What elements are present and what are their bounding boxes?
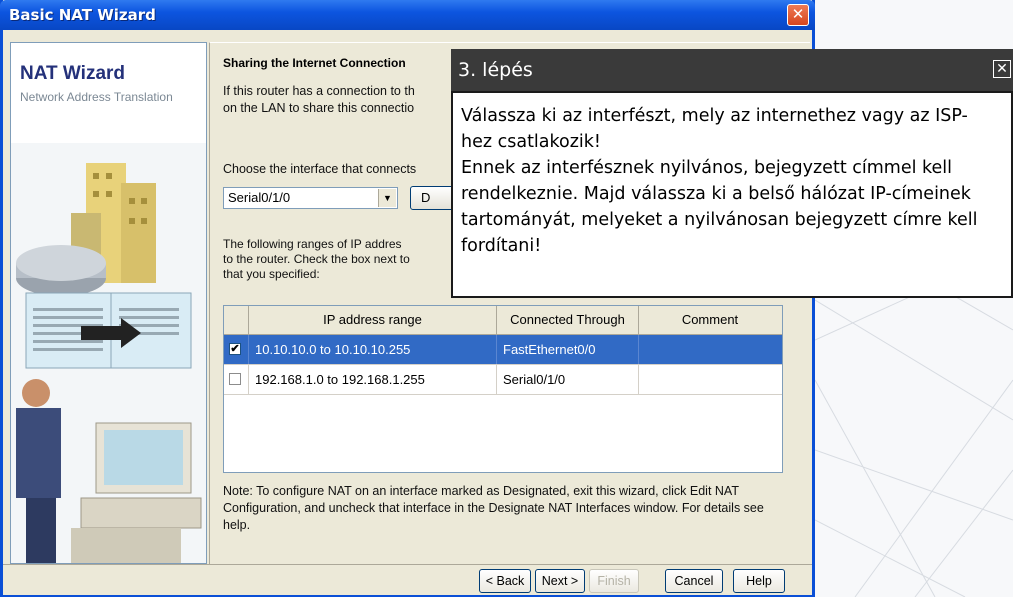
- connected-through-cell: FastEthernet0/0: [497, 335, 639, 364]
- popup-text-line3: Ennek az interfésznek nyilvános, bejegyz…: [461, 158, 953, 178]
- header-ip-range[interactable]: IP address range: [249, 306, 497, 334]
- popup-text-line4: rendelkeznie. Majd válassza ki a belső h…: [461, 184, 971, 204]
- note-text: Note: To configure NAT on an interface m…: [223, 484, 764, 532]
- help-button[interactable]: Help: [733, 569, 785, 593]
- popup-close-icon[interactable]: ✕: [993, 60, 1011, 78]
- network-illustration: [11, 143, 206, 563]
- wizard-side-panel: NAT Wizard Network Address Translation: [10, 42, 207, 564]
- connected-through-cell: Serial0/1/0: [497, 365, 639, 394]
- finish-button[interactable]: Finish: [589, 569, 639, 593]
- popup-text-line5: tartományát, melyeket a nyilvánosan beje…: [461, 210, 978, 230]
- ranges-text-line3: that you specified:: [223, 267, 320, 281]
- side-panel-subtitle: Network Address Translation: [20, 90, 173, 104]
- section-title: Sharing the Internet Connection: [223, 56, 406, 70]
- range-checkbox[interactable]: [229, 373, 241, 385]
- header-comment[interactable]: Comment: [639, 306, 781, 334]
- popup-text-line1: Válassza ki az interfészt, mely az inter…: [461, 106, 968, 126]
- window-close-button[interactable]: ✕: [787, 4, 809, 26]
- row-check-cell: [224, 365, 249, 394]
- header-check-column: [224, 306, 249, 334]
- dropdown-arrow-icon[interactable]: ▼: [378, 189, 396, 207]
- header-connected-through[interactable]: Connected Through: [497, 306, 639, 334]
- row-check-cell: ✔: [224, 335, 249, 364]
- comment-cell[interactable]: [639, 365, 782, 394]
- side-panel-title: NAT Wizard: [20, 63, 126, 84]
- cancel-button[interactable]: Cancel: [665, 569, 723, 593]
- window-title: Basic NAT Wizard: [9, 6, 156, 24]
- range-checkbox[interactable]: ✔: [229, 343, 241, 355]
- popup-title: 3. lépés: [458, 59, 533, 81]
- window-titlebar[interactable]: Basic NAT Wizard ✕: [0, 0, 815, 30]
- back-button[interactable]: < Back: [479, 569, 531, 593]
- ip-range-cell: 192.168.1.0 to 192.168.1.255: [249, 365, 497, 394]
- choose-interface-label: Choose the interface that connects: [223, 162, 417, 176]
- table-row[interactable]: ✔ 10.10.10.0 to 10.10.10.255 FastEtherne…: [224, 335, 782, 365]
- table-row[interactable]: 192.168.1.0 to 192.168.1.255 Serial0/1/0: [224, 365, 782, 395]
- step-popup: 3. lépés ✕ Válassza ki az interfészt, me…: [451, 49, 1013, 298]
- popup-header: 3. lépés ✕: [451, 49, 1013, 91]
- ip-range-cell: 10.10.10.0 to 10.10.10.255: [249, 335, 497, 364]
- popup-text-line6: fordítani!: [461, 236, 542, 256]
- wizard-button-bar: < Back Next > Finish Cancel Help: [3, 564, 812, 595]
- ip-range-table: IP address range Connected Through Comme…: [223, 305, 783, 473]
- interface-select-value: Serial0/1/0: [228, 190, 291, 205]
- intro-text-line2: on the LAN to share this connectio: [223, 101, 415, 115]
- interface-select[interactable]: Serial0/1/0 ▼: [223, 187, 398, 209]
- intro-text-line1: If this router has a connection to th: [223, 84, 415, 98]
- popup-text-line2: hez csatlakozik!: [461, 132, 601, 152]
- popup-body: Válassza ki az interfészt, mely az inter…: [451, 91, 1013, 298]
- comment-cell[interactable]: [639, 335, 782, 364]
- table-header: IP address range Connected Through Comme…: [224, 306, 782, 335]
- next-button[interactable]: Next >: [535, 569, 585, 593]
